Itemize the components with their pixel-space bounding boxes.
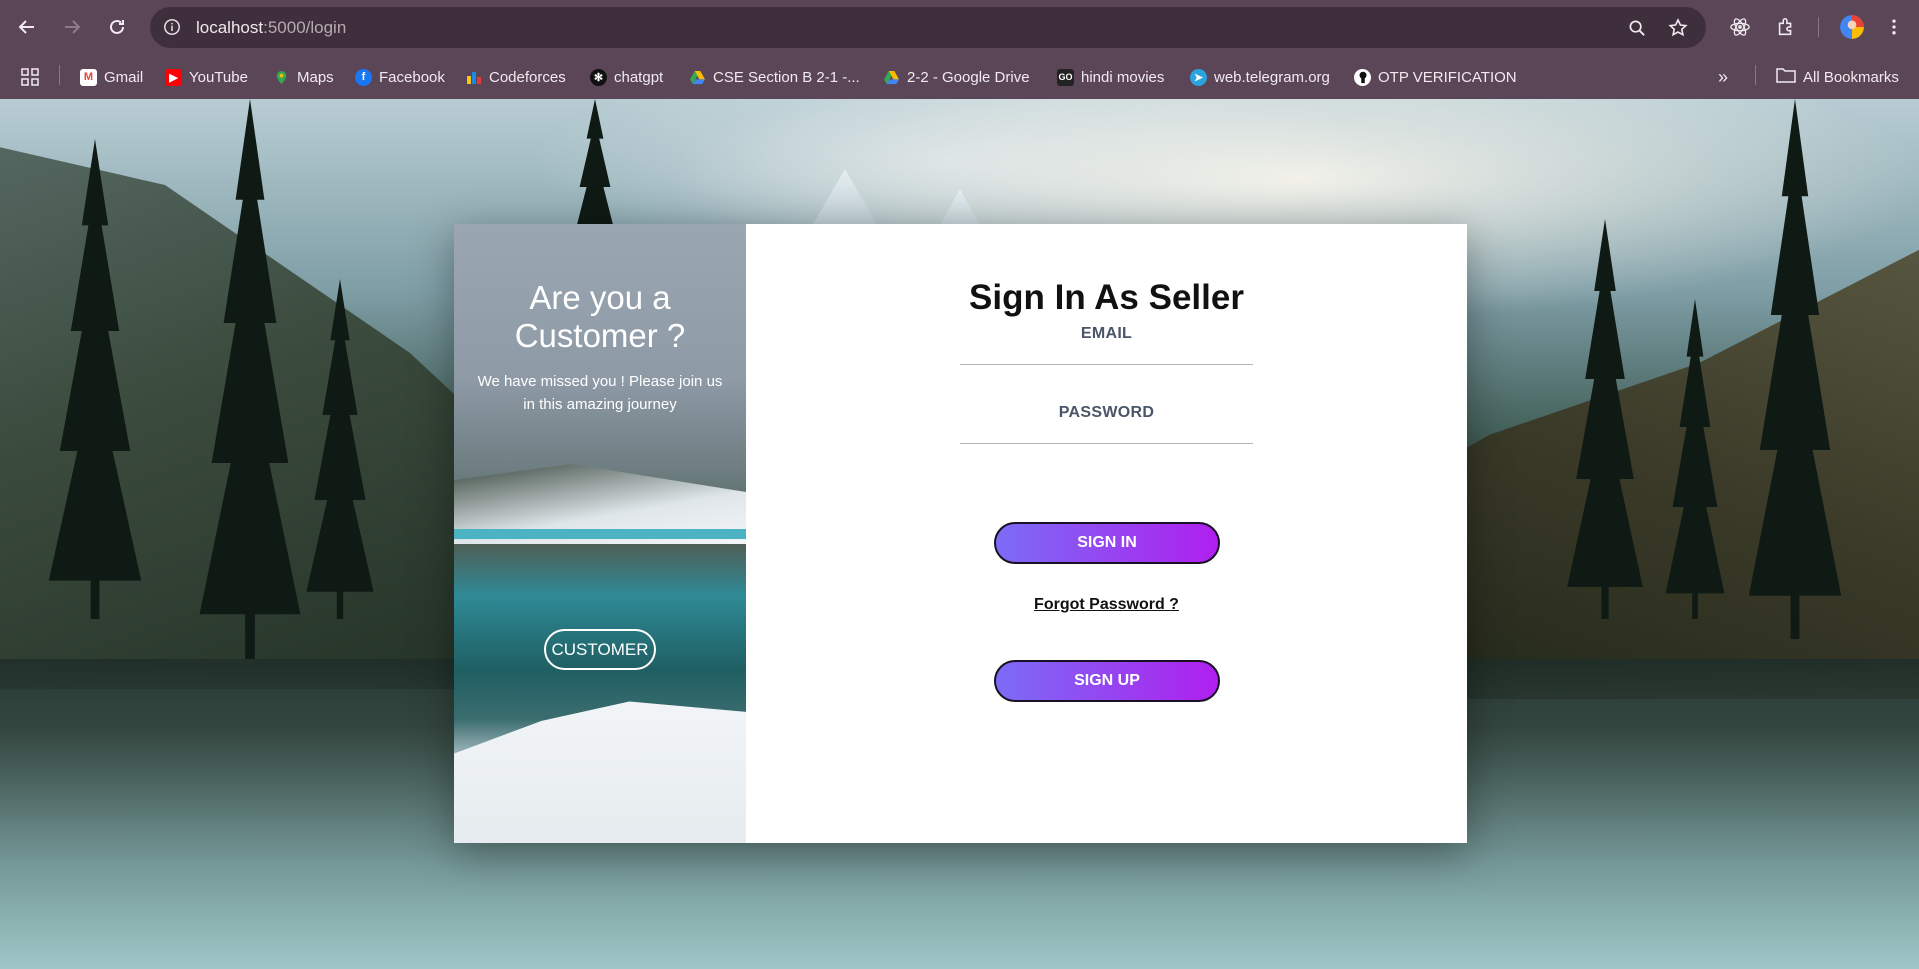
bookmark-otp-verification[interactable]: OTP VERIFICATION xyxy=(1354,65,1517,89)
gmail-icon: M xyxy=(80,68,97,86)
all-bookmarks-label: All Bookmarks xyxy=(1803,68,1899,86)
email-field[interactable]: EMAIL xyxy=(960,323,1253,365)
google-drive-icon xyxy=(883,69,900,86)
url-text[interactable]: localhost:5000/login xyxy=(196,18,346,38)
email-label: EMAIL xyxy=(1080,325,1133,342)
forward-icon[interactable] xyxy=(57,12,87,42)
bookmark-telegram[interactable]: ➤ web.telegram.org xyxy=(1190,65,1330,89)
bookmarks-bar: M Gmail ▶ YouTube Maps f Facebook Codeforce… xyxy=(0,55,1919,99)
back-icon[interactable] xyxy=(12,12,42,42)
login-page: Are you a Customer ? We have missed you … xyxy=(0,99,1919,969)
bookmark-cse-section[interactable]: CSE Section B 2-1 -... xyxy=(689,65,860,89)
site-info-icon[interactable] xyxy=(160,15,184,39)
sign-in-button[interactable]: SIGN IN xyxy=(994,522,1220,564)
bookmark-chatgpt[interactable]: ✻ chatgpt xyxy=(590,65,663,89)
bookmark-label: hindi movies xyxy=(1081,68,1165,86)
url-path: :5000/login xyxy=(263,18,347,37)
folder-icon xyxy=(1776,67,1796,87)
url-host: localhost xyxy=(196,18,264,37)
github-icon xyxy=(1354,68,1371,86)
bookmark-label: Gmail xyxy=(104,68,144,86)
google-drive-icon xyxy=(689,69,706,86)
bookmark-hindi-movies[interactable]: GO hindi movies xyxy=(1057,65,1164,89)
bookmark-label: Facebook xyxy=(379,68,445,86)
sign-up-button[interactable]: SIGN UP xyxy=(994,660,1220,702)
bookmark-label: Maps xyxy=(297,68,334,86)
bookmark-maps[interactable]: Maps xyxy=(273,65,334,89)
bookmark-label: OTP VERIFICATION xyxy=(1378,68,1517,86)
bookmark-google-drive[interactable]: 2-2 - Google Drive xyxy=(883,65,1030,89)
seller-signin-panel: Sign In As Seller EMAIL PASSWORD SIGN IN… xyxy=(746,224,1467,843)
extensions-icon[interactable] xyxy=(1772,13,1800,41)
toolbar-divider xyxy=(1818,17,1819,37)
browser-chrome: localhost:5000/login M Gmail ▶ YouTube M… xyxy=(0,0,1919,99)
all-bookmarks-button[interactable]: All Bookmarks xyxy=(1776,65,1899,89)
password-label: PASSWORD xyxy=(1058,404,1155,421)
bookmark-label: 2-2 - Google Drive xyxy=(907,68,1030,86)
maps-icon xyxy=(273,69,290,86)
customer-panel-text: We have missed you ! Please join us in t… xyxy=(477,373,723,413)
codeforces-icon xyxy=(465,69,482,86)
profile-avatar-icon[interactable] xyxy=(1838,13,1866,41)
browser-toolbar: localhost:5000/login xyxy=(0,0,1919,55)
bookmarks-overflow-icon[interactable]: » xyxy=(1718,65,1728,89)
reload-icon[interactable] xyxy=(102,12,132,42)
bookmarks-divider xyxy=(59,65,60,85)
bookmark-label: YouTube xyxy=(189,68,248,86)
panel-snow-foreground xyxy=(454,701,746,843)
star-icon[interactable] xyxy=(1667,17,1689,39)
customer-panel: Are you a Customer ? We have missed you … xyxy=(454,224,746,843)
react-devtools-icon[interactable] xyxy=(1726,13,1754,41)
telegram-icon: ➤ xyxy=(1190,68,1207,86)
bookmark-codeforces[interactable]: Codeforces xyxy=(465,65,566,89)
facebook-icon: f xyxy=(355,68,372,86)
form-title: Sign In As Seller xyxy=(969,278,1244,317)
customer-button[interactable]: CUSTOMER xyxy=(544,629,656,670)
bookmark-facebook[interactable]: f Facebook xyxy=(355,65,445,89)
login-card: Are you a Customer ? We have missed you … xyxy=(454,224,1467,843)
bookmarks-divider xyxy=(1755,65,1756,85)
bookmark-label: Codeforces xyxy=(489,68,566,86)
customer-panel-title: Are you a Customer ? xyxy=(514,279,686,354)
bookmark-label: web.telegram.org xyxy=(1214,68,1330,86)
panel-lake xyxy=(454,529,746,539)
bookmark-youtube[interactable]: ▶ YouTube xyxy=(165,65,248,89)
bookmark-label: chatgpt xyxy=(614,68,664,86)
apps-icon[interactable] xyxy=(20,65,40,89)
zoom-icon[interactable] xyxy=(1626,17,1648,39)
bookmark-gmail[interactable]: M Gmail xyxy=(80,65,143,89)
youtube-icon: ▶ xyxy=(165,68,182,86)
address-bar[interactable]: localhost:5000/login xyxy=(150,7,1706,48)
menu-icon[interactable] xyxy=(1880,13,1908,41)
go-movies-icon: GO xyxy=(1057,68,1074,86)
bookmark-label: CSE Section B 2-1 -... xyxy=(713,68,860,86)
chatgpt-icon: ✻ xyxy=(590,68,607,86)
forgot-password-link[interactable]: Forgot Password ? xyxy=(746,596,1467,614)
password-field[interactable]: PASSWORD xyxy=(960,402,1253,444)
